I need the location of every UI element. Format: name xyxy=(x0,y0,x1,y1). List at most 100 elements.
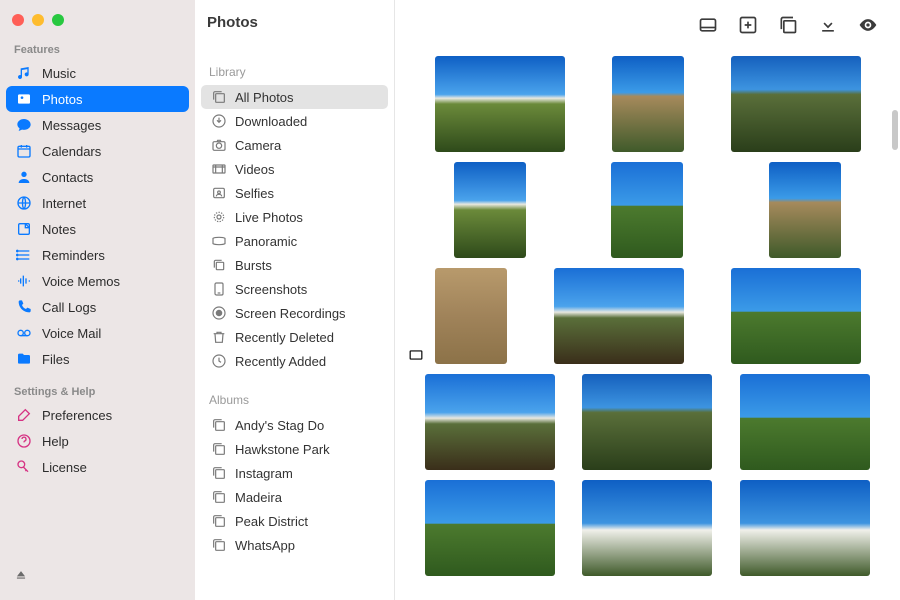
panel-icon[interactable] xyxy=(698,15,718,35)
nav-calendars[interactable]: Calendars xyxy=(6,138,189,164)
internet-icon xyxy=(16,195,32,211)
photo-thumb[interactable] xyxy=(454,162,526,258)
photo-thumb[interactable] xyxy=(435,56,565,152)
import-icon[interactable] xyxy=(818,15,838,35)
nav-contacts[interactable]: Contacts xyxy=(6,164,189,190)
nav-photos[interactable]: Photos xyxy=(6,86,189,112)
download-icon xyxy=(211,113,227,129)
minimize-window[interactable] xyxy=(32,14,44,26)
photo-thumb[interactable] xyxy=(731,268,861,364)
nav-voice-memos[interactable]: Voice Memos xyxy=(6,268,189,294)
photo-thumb[interactable] xyxy=(554,268,684,364)
eject-icon[interactable] xyxy=(14,567,28,581)
toolbar xyxy=(395,0,900,50)
music-icon xyxy=(16,65,32,81)
lib-live-photos[interactable]: Live Photos xyxy=(201,205,388,229)
nav-messages[interactable]: Messages xyxy=(6,112,189,138)
photo-thumb[interactable] xyxy=(612,56,684,152)
nav-preferences[interactable]: Preferences xyxy=(6,402,189,428)
album-item[interactable]: Hawkstone Park xyxy=(201,437,388,461)
nav-files[interactable]: Files xyxy=(6,346,189,372)
nav-license[interactable]: License xyxy=(6,454,189,480)
calendars-icon xyxy=(16,143,32,159)
nav-reminders[interactable]: Reminders xyxy=(6,242,189,268)
lib-panoramic[interactable]: Panoramic xyxy=(201,229,388,253)
contacts-icon xyxy=(16,169,32,185)
album-item[interactable]: Peak District xyxy=(201,509,388,533)
nav-label: Voice Memos xyxy=(42,274,120,289)
nav-notes[interactable]: Notes xyxy=(6,216,189,242)
content-area xyxy=(395,0,900,600)
lib-label: Panoramic xyxy=(235,234,297,249)
photo-thumb[interactable] xyxy=(435,268,507,364)
photo-thumb[interactable] xyxy=(425,374,555,470)
lib-videos[interactable]: Videos xyxy=(201,157,388,181)
features-label: Features xyxy=(6,40,189,60)
page-title: Photos xyxy=(195,0,394,45)
album-item[interactable]: Madeira xyxy=(201,485,388,509)
photo-thumb[interactable] xyxy=(582,374,712,470)
photo-thumb[interactable] xyxy=(425,480,555,576)
nav-internet[interactable]: Internet xyxy=(6,190,189,216)
photo-thumb[interactable] xyxy=(769,162,841,258)
lib-label: Screen Recordings xyxy=(235,306,346,321)
calllogs-icon xyxy=(16,299,32,315)
nav-label: Internet xyxy=(42,196,86,211)
photo-thumb[interactable] xyxy=(611,162,683,258)
add-icon[interactable] xyxy=(738,15,758,35)
library-label: Library xyxy=(195,45,394,85)
nav-label: Files xyxy=(42,352,69,367)
lib-selfies[interactable]: Selfies xyxy=(201,181,388,205)
video-icon xyxy=(211,161,227,177)
album-label: Madeira xyxy=(235,490,282,505)
screenshot-icon xyxy=(211,281,227,297)
album-item[interactable]: WhatsApp xyxy=(201,533,388,557)
album-icon xyxy=(211,441,227,457)
photos-icon xyxy=(16,91,32,107)
lib-downloaded[interactable]: Downloaded xyxy=(201,109,388,133)
nav-call-logs[interactable]: Call Logs xyxy=(6,294,189,320)
album-label: Andy's Stag Do xyxy=(235,418,324,433)
nav-voice-mail[interactable]: Voice Mail xyxy=(6,320,189,346)
lib-all-photos[interactable]: All Photos xyxy=(201,85,388,109)
album-icon xyxy=(211,489,227,505)
nav-label: Photos xyxy=(42,92,82,107)
photo-grid xyxy=(395,50,900,600)
lib-recently-added[interactable]: Recently Added xyxy=(201,349,388,373)
bursts-icon xyxy=(211,257,227,273)
lib-camera[interactable]: Camera xyxy=(201,133,388,157)
nav-help[interactable]: Help xyxy=(6,428,189,454)
album-item[interactable]: Instagram xyxy=(201,461,388,485)
nav-label: Voice Mail xyxy=(42,326,101,341)
lib-screenshots[interactable]: Screenshots xyxy=(201,277,388,301)
nav-label: Contacts xyxy=(42,170,93,185)
album-item[interactable]: Andy's Stag Do xyxy=(201,413,388,437)
lib-bursts[interactable]: Bursts xyxy=(201,253,388,277)
zoom-window[interactable] xyxy=(52,14,64,26)
clock-icon xyxy=(211,353,227,369)
albums-icon[interactable] xyxy=(778,15,798,35)
album-label: Peak District xyxy=(235,514,308,529)
camera-icon xyxy=(211,137,227,153)
notes-icon xyxy=(16,221,32,237)
photo-thumb[interactable] xyxy=(740,374,870,470)
scrollbar[interactable] xyxy=(892,110,898,150)
nav-music[interactable]: Music xyxy=(6,60,189,86)
lib-screen-recordings[interactable]: Screen Recordings xyxy=(201,301,388,325)
close-window[interactable] xyxy=(12,14,24,26)
settings-label: Settings & Help xyxy=(6,382,189,402)
photo-thumb[interactable] xyxy=(740,480,870,576)
trash-icon xyxy=(211,329,227,345)
photo-thumb[interactable] xyxy=(731,56,861,152)
albums-label: Albums xyxy=(195,373,394,413)
lib-label: Camera xyxy=(235,138,281,153)
library-column: Photos Library All Photos Downloaded Cam… xyxy=(195,0,395,600)
lib-label: Videos xyxy=(235,162,275,177)
nav-label: License xyxy=(42,460,87,475)
nav-label: Help xyxy=(42,434,69,449)
live-icon xyxy=(211,209,227,225)
photo-thumb[interactable] xyxy=(582,480,712,576)
lib-label: Selfies xyxy=(235,186,274,201)
preview-icon[interactable] xyxy=(858,15,878,35)
lib-recently-deleted[interactable]: Recently Deleted xyxy=(201,325,388,349)
